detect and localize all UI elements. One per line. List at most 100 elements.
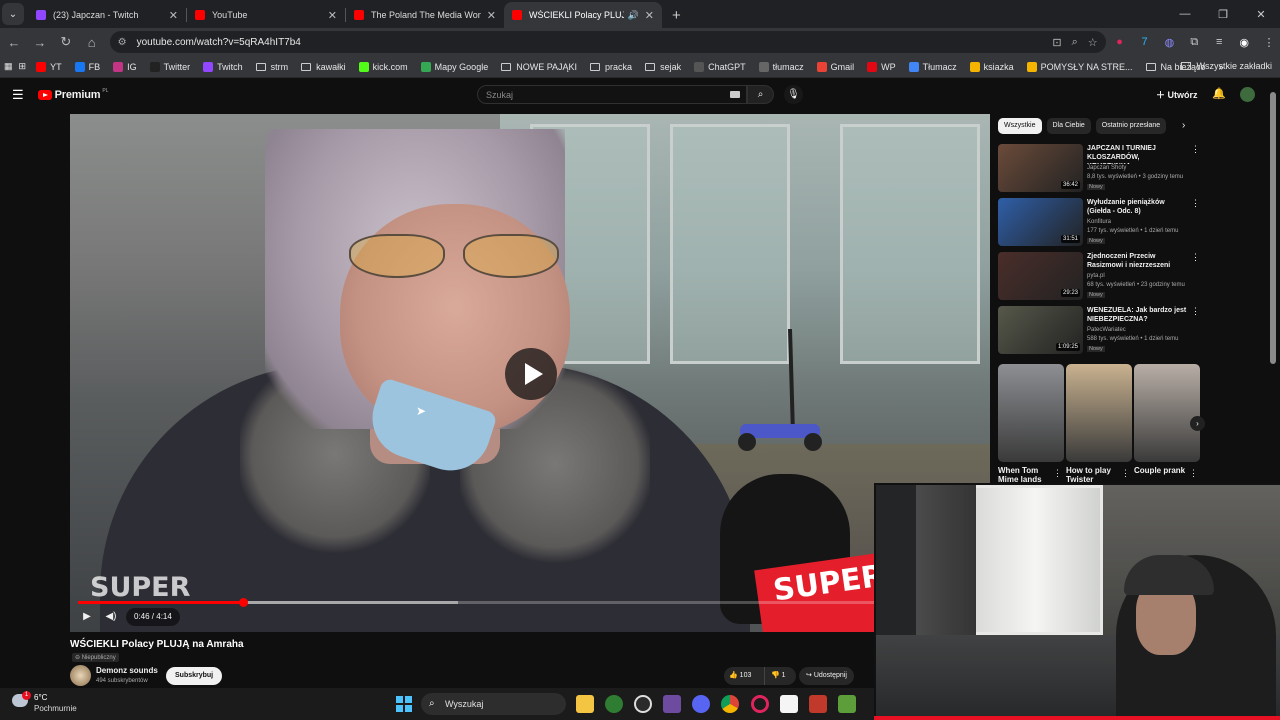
tab-twitch[interactable]: (23) Japczan - Twitch ✕ (28, 2, 186, 28)
more-options-icon[interactable]: ⋮ (1053, 468, 1062, 479)
extension-7tv-icon[interactable]: 7 (1134, 36, 1156, 48)
shorts-next-button[interactable]: › (1190, 416, 1205, 431)
record-extension-icon[interactable]: ● (1109, 36, 1131, 48)
close-window-icon[interactable]: ✕ (1242, 8, 1280, 21)
minimize-icon[interactable]: — (1166, 8, 1204, 20)
recommended-title[interactable]: WENEZUELA: Jak bardzo jest NIEBEZPIECZNA… (1087, 306, 1187, 324)
recommended-video[interactable]: 36:42 JAPCZAN I TURNIEJ KLOSZARDÓW, KRUSZ… (998, 144, 1200, 194)
page-scrollbar[interactable] (1270, 92, 1276, 364)
menu-icon[interactable]: ☰ (12, 87, 24, 103)
recommended-title[interactable]: Wyłudzanie pieniążków (Giełda - Odc. 8) (1087, 198, 1187, 216)
tab-active-video[interactable]: WŚCIEKLI Polacy PLUJĄ na A 🔊 ✕ (504, 2, 662, 28)
bookmark-4[interactable]: Twitch (203, 61, 243, 72)
extensions-puzzle-icon[interactable]: ⧉ (1183, 36, 1205, 49)
windows-start-icon[interactable] (396, 696, 412, 712)
capcut-icon[interactable] (780, 695, 798, 713)
paint-app-icon[interactable] (809, 695, 827, 713)
install-app-icon[interactable]: ⊡ (1052, 36, 1061, 49)
channel-avatar[interactable] (70, 665, 91, 686)
short-thumbnail[interactable] (1066, 364, 1132, 462)
profile-icon[interactable]: ◉ (1233, 36, 1255, 49)
play-icon[interactable]: ▶ (78, 608, 96, 626)
search-button[interactable]: ⌕ (747, 85, 774, 104)
bookmark-star-icon[interactable]: ☆ (1088, 36, 1098, 49)
bookmark-14[interactable]: Gmail (816, 61, 854, 72)
tab-youtube[interactable]: YouTube ✕ (187, 2, 345, 28)
subscribe-button[interactable]: Subskrybuj (166, 667, 223, 685)
bookmark-9[interactable]: NOWE PAJĄKI (501, 62, 577, 72)
video-thumbnail[interactable]: 31:51 (998, 198, 1083, 246)
short-thumbnail[interactable] (998, 364, 1064, 462)
close-icon[interactable]: ✕ (645, 9, 654, 22)
close-icon[interactable]: ✕ (169, 9, 178, 22)
chevron-right-icon[interactable]: › (1182, 120, 1185, 131)
volume-icon[interactable]: ◀) (102, 608, 120, 626)
bookmark-5[interactable]: strm (255, 62, 288, 72)
recommended-channel[interactable]: Japczan Shoty (1087, 165, 1126, 171)
opera-icon[interactable] (751, 695, 769, 713)
filter-chip[interactable]: Dla Ciebie (1046, 118, 1091, 134)
short-title[interactable]: Couple prank (1134, 466, 1194, 482)
tab-search-button[interactable]: ⌄ (2, 3, 24, 25)
restore-icon[interactable]: ❐ (1204, 8, 1242, 21)
channel-name[interactable]: Demonz sounds (96, 666, 158, 675)
recommended-video[interactable]: 31:51 Wyłudzanie pieniążków (Giełda - Odc… (998, 198, 1200, 248)
more-options-icon[interactable]: ⋮ (1191, 252, 1200, 263)
tab-poland-media[interactable]: The Poland The Media Won't Sh ✕ (346, 2, 504, 28)
bookmark-1[interactable]: FB (74, 61, 100, 72)
filter-chip[interactable]: Wszystkie (998, 118, 1042, 134)
weather-description[interactable]: Pochmurnie (34, 704, 77, 713)
short-title[interactable]: How to play Twister (1066, 466, 1126, 482)
back-icon[interactable]: ← (2, 35, 26, 50)
video-thumbnail[interactable]: 36:42 (998, 144, 1083, 192)
voice-search-button[interactable]: 🎙 (784, 85, 803, 104)
bookmark-0[interactable]: YT (36, 61, 62, 72)
weather-temperature[interactable]: 6°C (34, 693, 47, 702)
recommended-channel[interactable]: Konfitura (1087, 219, 1111, 225)
game-app-icon[interactable] (663, 695, 681, 713)
bookmark-3[interactable]: Twitter (149, 61, 190, 72)
bookmark-18[interactable]: POMYSŁY NA STRE... (1026, 61, 1133, 72)
bookmark-7[interactable]: kick.com (358, 61, 408, 72)
short-title[interactable]: When Tom Mime lands (998, 466, 1058, 482)
close-icon[interactable]: ✕ (328, 9, 337, 22)
all-bookmarks-button[interactable]: Wszystkie zakładki (1181, 61, 1272, 71)
video-thumbnail[interactable]: 1:09:25 (998, 306, 1083, 354)
file-explorer-icon[interactable] (576, 695, 594, 713)
new-tab-button[interactable]: + (672, 7, 681, 24)
speaker-icon[interactable]: 🔊 (628, 10, 639, 21)
bookmark-6[interactable]: kawałki (301, 62, 346, 72)
big-play-button[interactable] (505, 348, 557, 400)
more-options-icon[interactable]: ⋮ (1191, 198, 1200, 209)
chrome-icon[interactable] (721, 695, 739, 713)
more-options-icon[interactable]: ⋮ (1191, 306, 1200, 317)
search-input[interactable]: Szukaj (477, 85, 747, 104)
home-icon[interactable]: ⌂ (80, 35, 104, 50)
dislike-button[interactable]: 👎 1 (764, 667, 786, 685)
more-options-icon[interactable]: ⋮ (1121, 468, 1130, 479)
recommended-video[interactable]: 29:23 Zjednoczeni Przeciw Rasizmowi i nie… (998, 252, 1200, 302)
obs-icon[interactable] (634, 695, 652, 713)
bookmark-15[interactable]: WP (867, 61, 896, 72)
video-player[interactable]: SUPER SUPER ➤ ▶ ◀) 0:46 / 4:14 (70, 114, 990, 632)
forward-icon[interactable]: → (28, 35, 52, 50)
filter-chip[interactable]: Ostatnio przesłane (1095, 118, 1167, 134)
youtube-logo[interactable]: Premium PL (37, 88, 108, 101)
zoom-icon[interactable]: ⌕ (1072, 36, 1078, 49)
extension-globe-icon[interactable]: ◍ (1158, 36, 1180, 49)
bookmark-2[interactable]: IG (113, 61, 137, 72)
video-thumbnail[interactable]: 29:23 (998, 252, 1083, 300)
reading-list-icon[interactable]: ≡ (1208, 36, 1230, 48)
progress-bar[interactable] (78, 598, 982, 607)
recommended-channel[interactable]: PatecWariatec (1087, 327, 1126, 333)
close-icon[interactable]: ✕ (487, 9, 496, 22)
site-info-icon[interactable]: ⚙ (118, 37, 127, 48)
bookmark-8[interactable]: Mapy Google (420, 61, 488, 72)
bookmark-10[interactable]: pracka (590, 62, 632, 72)
bookmark-13[interactable]: tłumacz (758, 61, 804, 72)
taskbar-search[interactable]: ⌕ Wyszukaj (421, 693, 566, 715)
bookmark-11[interactable]: sejak (645, 62, 681, 72)
reload-icon[interactable]: ↻ (54, 34, 78, 50)
recommended-video[interactable]: 1:09:25 WENEZUELA: Jak bardzo jest NIEBEZ… (998, 306, 1200, 356)
grid-icon[interactable]: ⊞ (19, 61, 27, 72)
